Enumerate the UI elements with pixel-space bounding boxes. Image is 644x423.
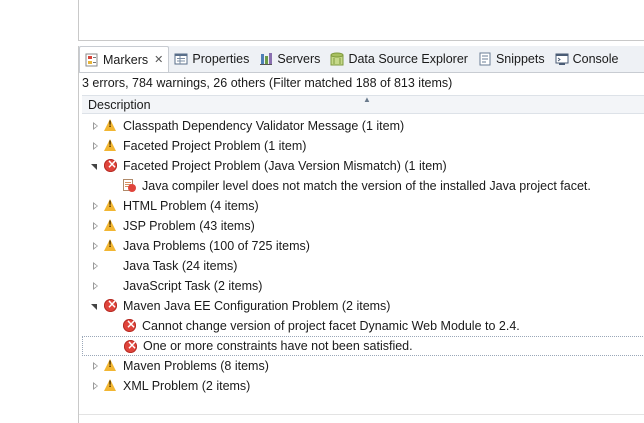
row-label: HTML Problem (4 items) bbox=[123, 199, 259, 213]
editor-area[interactable] bbox=[78, 0, 644, 41]
markers-icon bbox=[85, 53, 99, 67]
row-label: Maven Problems (8 items) bbox=[123, 359, 269, 373]
tab-label: Servers bbox=[277, 52, 321, 66]
close-tab-icon[interactable]: ✕ bbox=[154, 53, 163, 66]
collapsed-twisty-icon[interactable] bbox=[91, 242, 99, 250]
markers-tree[interactable]: Classpath Dependency Validator Message (… bbox=[82, 116, 644, 396]
error-icon bbox=[104, 157, 117, 172]
warning-icon bbox=[104, 359, 116, 371]
tab-label: Properties bbox=[192, 52, 250, 66]
markers-summary: 3 errors, 784 warnings, 26 others (Filte… bbox=[82, 76, 453, 90]
tree-bottom-divider bbox=[79, 414, 644, 415]
data-source-explorer-icon bbox=[330, 52, 344, 66]
warning-icon bbox=[104, 199, 116, 211]
tab-label: Console bbox=[572, 52, 619, 66]
snippets-icon bbox=[478, 52, 492, 66]
sort-indicator-icon: ▲ bbox=[363, 95, 371, 104]
tree-marker-row[interactable]: Java compiler level does not match the v… bbox=[82, 176, 644, 196]
servers-icon bbox=[259, 52, 273, 66]
row-label: Java Problems (100 of 725 items) bbox=[123, 239, 310, 253]
tab-data-source-explorer[interactable]: Data Source Explorer bbox=[325, 46, 473, 72]
left-gutter bbox=[0, 0, 78, 423]
column-header-description[interactable]: ▲ Description bbox=[82, 95, 644, 114]
error-icon bbox=[123, 317, 136, 332]
tab-servers[interactable]: Servers bbox=[254, 46, 325, 72]
tab-console[interactable]: Console bbox=[550, 46, 624, 72]
warning-icon bbox=[104, 139, 116, 151]
collapsed-twisty-icon[interactable] bbox=[91, 382, 99, 390]
tree-group-row[interactable]: Maven Problems (8 items) bbox=[82, 356, 644, 376]
tab-label: Snippets bbox=[495, 52, 545, 66]
tree-group-row[interactable]: XML Problem (2 items) bbox=[82, 376, 644, 396]
tab-properties[interactable]: Properties bbox=[169, 46, 254, 72]
collapsed-twisty-icon[interactable] bbox=[91, 262, 99, 270]
collapsed-twisty-icon[interactable] bbox=[91, 282, 99, 290]
row-label: Faceted Project Problem (1 item) bbox=[123, 139, 307, 153]
tree-group-row[interactable]: Faceted Project Problem (1 item) bbox=[82, 136, 644, 156]
file-error-icon bbox=[123, 179, 136, 192]
warning-icon bbox=[104, 219, 116, 231]
row-label: JavaScript Task (2 items) bbox=[123, 279, 263, 293]
row-label: XML Problem (2 items) bbox=[123, 379, 251, 393]
tree-group-row[interactable]: Maven Java EE Configuration Problem (2 i… bbox=[82, 296, 644, 316]
expanded-twisty-icon[interactable] bbox=[91, 302, 99, 310]
collapsed-twisty-icon[interactable] bbox=[91, 142, 99, 150]
error-icon bbox=[104, 297, 117, 312]
collapsed-twisty-icon[interactable] bbox=[91, 202, 99, 210]
row-label: JSP Problem (43 items) bbox=[123, 219, 255, 233]
row-label: One or more constraints have not been sa… bbox=[143, 339, 413, 353]
markers-view: Markers ✕ Properties Servers Data Source… bbox=[78, 46, 644, 423]
warning-icon bbox=[104, 119, 116, 131]
warning-icon bbox=[104, 239, 116, 251]
tree-group-row[interactable]: JSP Problem (43 items) bbox=[82, 216, 644, 236]
collapsed-twisty-icon[interactable] bbox=[91, 222, 99, 230]
column-header-label: Description bbox=[88, 98, 151, 112]
tree-group-row[interactable]: Java Problems (100 of 725 items) bbox=[82, 236, 644, 256]
expanded-twisty-icon[interactable] bbox=[91, 162, 99, 170]
console-icon bbox=[555, 52, 569, 66]
collapsed-twisty-icon[interactable] bbox=[91, 122, 99, 130]
tree-group-row[interactable]: JavaScript Task (2 items) bbox=[82, 276, 644, 296]
row-label: Java compiler level does not match the v… bbox=[142, 179, 591, 193]
tree-marker-row[interactable]: One or more constraints have not been sa… bbox=[82, 336, 644, 356]
row-label: Maven Java EE Configuration Problem (2 i… bbox=[123, 299, 391, 313]
tree-group-row[interactable]: Java Task (24 items) bbox=[82, 256, 644, 276]
tab-markers[interactable]: Markers ✕ bbox=[79, 46, 170, 72]
tree-group-row[interactable]: Classpath Dependency Validator Message (… bbox=[82, 116, 644, 136]
tab-snippets[interactable]: Snippets bbox=[473, 46, 550, 72]
row-label: Classpath Dependency Validator Message (… bbox=[123, 119, 405, 133]
collapsed-twisty-icon[interactable] bbox=[91, 362, 99, 370]
view-tab-bar: Markers ✕ Properties Servers Data Source… bbox=[79, 46, 644, 73]
tree-marker-row[interactable]: Cannot change version of project facet D… bbox=[82, 316, 644, 336]
row-label: Faceted Project Problem (Java Version Mi… bbox=[123, 159, 447, 173]
properties-icon bbox=[174, 52, 188, 66]
tree-group-row[interactable]: Faceted Project Problem (Java Version Mi… bbox=[82, 156, 644, 176]
tab-label: Data Source Explorer bbox=[348, 52, 468, 66]
tab-label: Markers bbox=[103, 52, 149, 67]
row-label: Java Task (24 items) bbox=[123, 259, 238, 273]
warning-icon bbox=[104, 379, 116, 391]
tree-group-row[interactable]: HTML Problem (4 items) bbox=[82, 196, 644, 216]
error-icon bbox=[124, 338, 137, 353]
row-label: Cannot change version of project facet D… bbox=[142, 319, 520, 333]
